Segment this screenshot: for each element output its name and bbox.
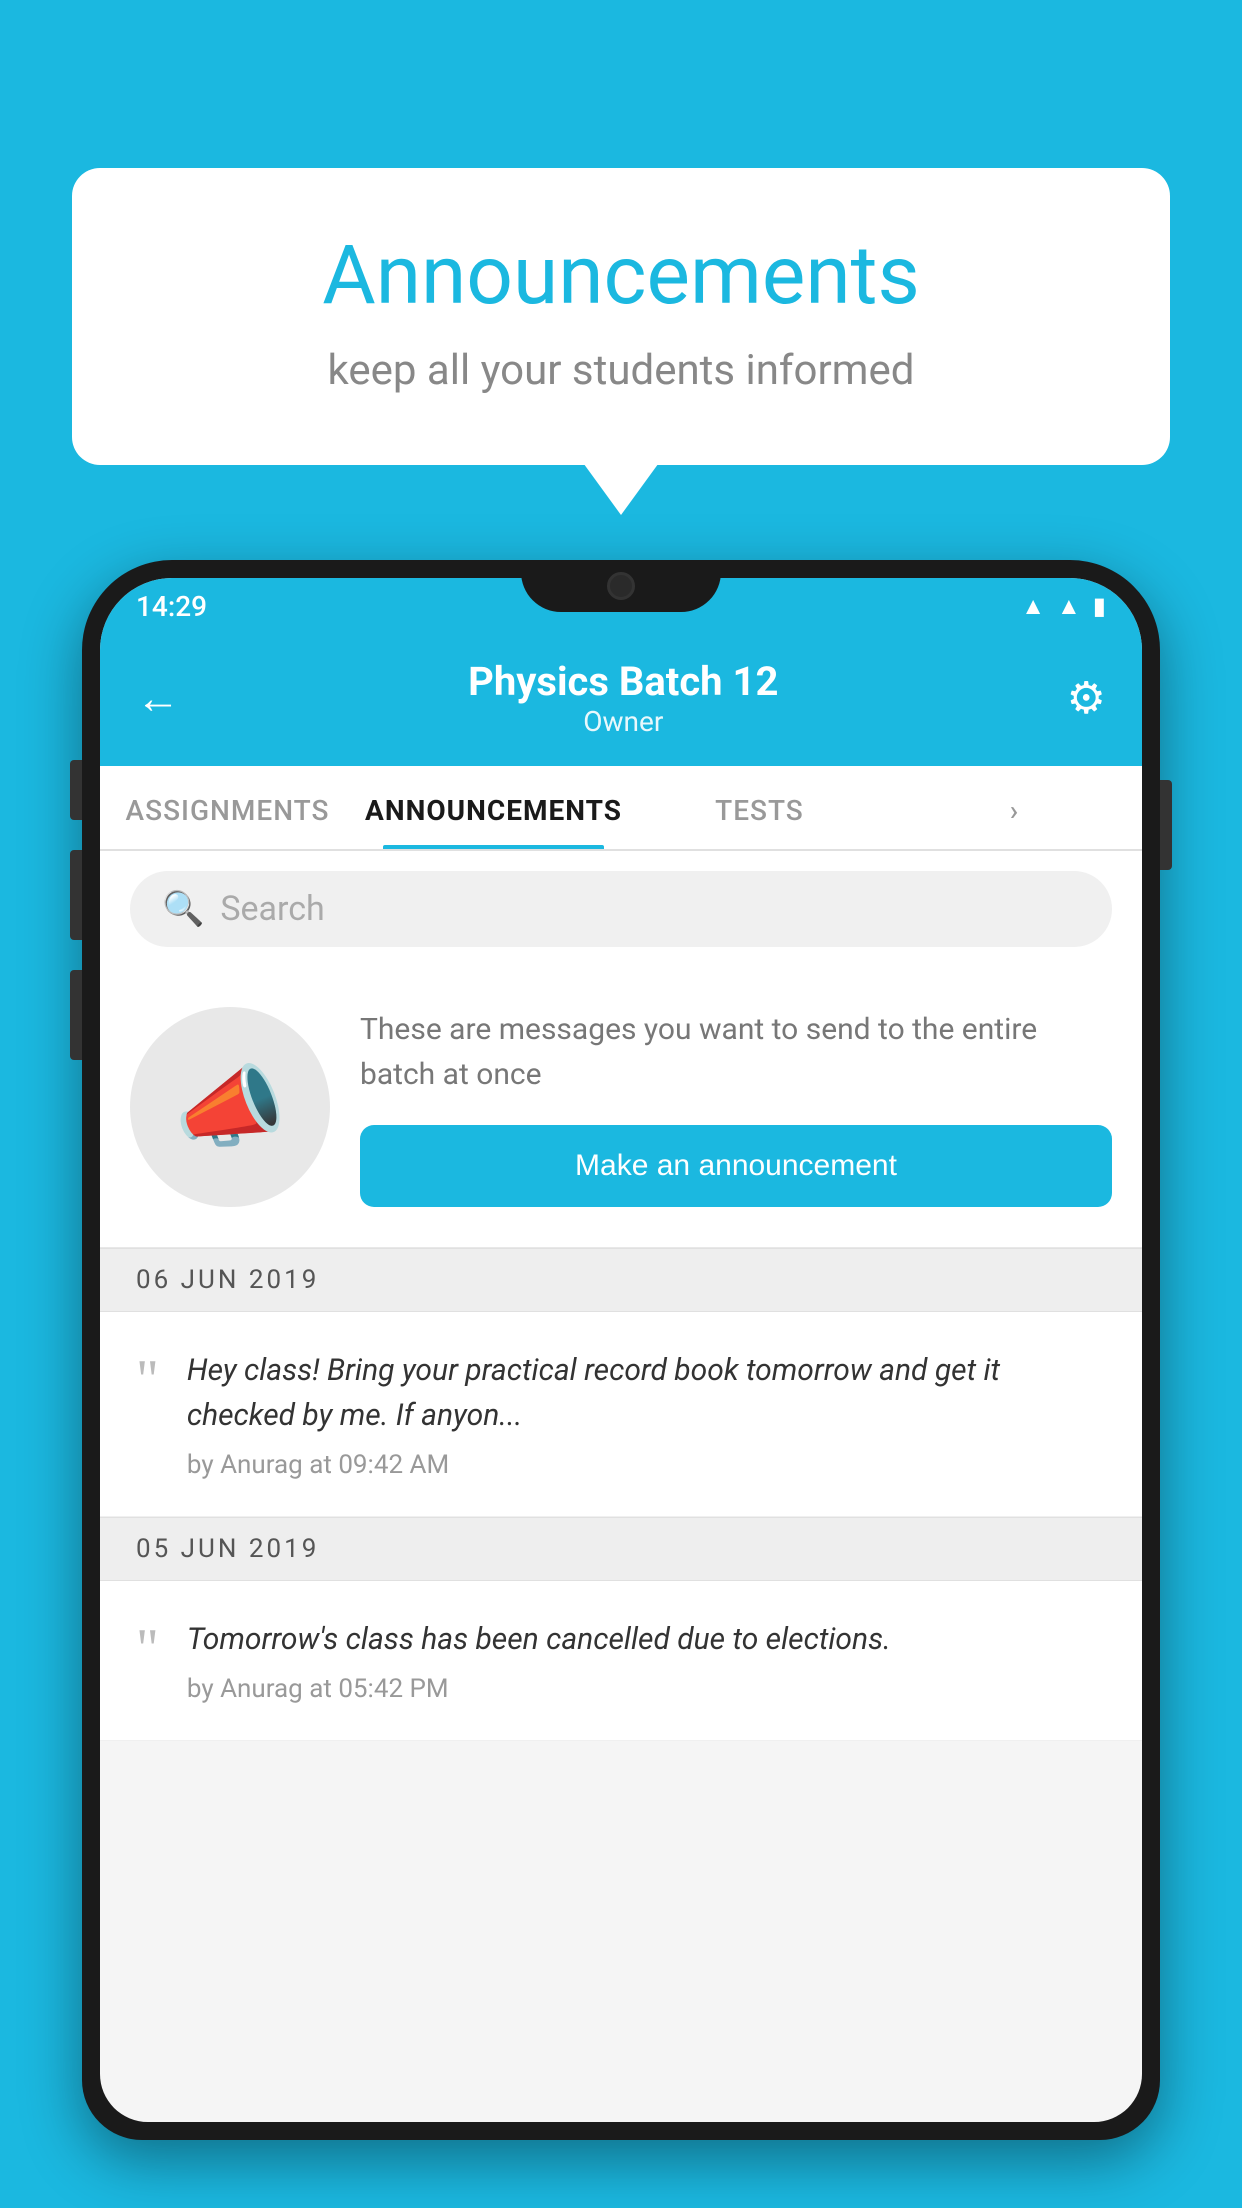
battery-icon: ▮	[1093, 592, 1106, 620]
announcement-icon-circle: 📣	[130, 1007, 330, 1207]
settings-icon[interactable]: ⚙	[1067, 672, 1106, 724]
phone-mockup: 14:29 ▲ ▲ ▮ ← Physics Batch 12 Owner ⚙	[82, 560, 1160, 2208]
header-center: Physics Batch 12 Owner	[468, 658, 778, 738]
signal-icon: ▲	[1057, 592, 1081, 621]
status-time: 14:29	[136, 590, 207, 623]
header-subtitle: Owner	[468, 705, 778, 738]
wifi-icon: ▲	[1021, 592, 1045, 621]
tab-bar: ASSIGNMENTS ANNOUNCEMENTS TESTS ›	[100, 766, 1142, 851]
announcement-content-1: Hey class! Bring your practical record b…	[187, 1348, 1106, 1480]
promo-text: These are messages you want to send to t…	[360, 1007, 1112, 1097]
phone-outer: 14:29 ▲ ▲ ▮ ← Physics Batch 12 Owner ⚙	[82, 560, 1160, 2140]
phone-notch	[521, 560, 721, 612]
search-placeholder: Search	[220, 889, 324, 929]
tab-more[interactable]: ›	[887, 766, 1142, 849]
volume-up-button	[70, 760, 82, 820]
date-separator-2: 05 JUN 2019	[100, 1517, 1142, 1581]
promo-content: These are messages you want to send to t…	[360, 1007, 1112, 1207]
header-title: Physics Batch 12	[468, 658, 778, 705]
back-button[interactable]: ←	[136, 672, 180, 724]
announcement-meta-1: by Anurag at 09:42 AM	[187, 1450, 1106, 1480]
front-camera	[607, 572, 635, 600]
phone-screen: 14:29 ▲ ▲ ▮ ← Physics Batch 12 Owner ⚙	[100, 578, 1142, 2122]
announcement-item-2[interactable]: " Tomorrow's class has been cancelled du…	[100, 1581, 1142, 1741]
search-container: 🔍 Search	[100, 851, 1142, 967]
promo-section: 📣 These are messages you want to send to…	[100, 967, 1142, 1248]
megaphone-icon: 📣	[174, 1055, 286, 1160]
announcement-text-1: Hey class! Bring your practical record b…	[187, 1348, 1106, 1438]
silent-button	[70, 970, 82, 1060]
announcement-meta-2: by Anurag at 05:42 PM	[187, 1674, 1106, 1704]
power-button	[1160, 780, 1172, 870]
bubble-title: Announcements	[122, 228, 1120, 324]
tab-assignments[interactable]: ASSIGNMENTS	[100, 766, 355, 849]
date-separator-1: 06 JUN 2019	[100, 1248, 1142, 1312]
tab-tests[interactable]: TESTS	[632, 766, 887, 849]
tab-announcements[interactable]: ANNOUNCEMENTS	[355, 766, 632, 849]
status-icons: ▲ ▲ ▮	[1021, 592, 1106, 621]
make-announcement-button[interactable]: Make an announcement	[360, 1125, 1112, 1207]
quote-icon-2: "	[136, 1621, 159, 1677]
app-header: ← Physics Batch 12 Owner ⚙	[100, 634, 1142, 766]
announcement-text-2: Tomorrow's class has been cancelled due …	[187, 1617, 1106, 1662]
volume-down-button	[70, 850, 82, 940]
search-bar[interactable]: 🔍 Search	[130, 871, 1112, 947]
speech-bubble: Announcements keep all your students inf…	[72, 168, 1170, 465]
announcement-content-2: Tomorrow's class has been cancelled due …	[187, 1617, 1106, 1704]
announcement-item-1[interactable]: " Hey class! Bring your practical record…	[100, 1312, 1142, 1517]
quote-icon-1: "	[136, 1352, 159, 1408]
bubble-subtitle: keep all your students informed	[122, 346, 1120, 395]
search-icon: 🔍	[162, 889, 204, 929]
